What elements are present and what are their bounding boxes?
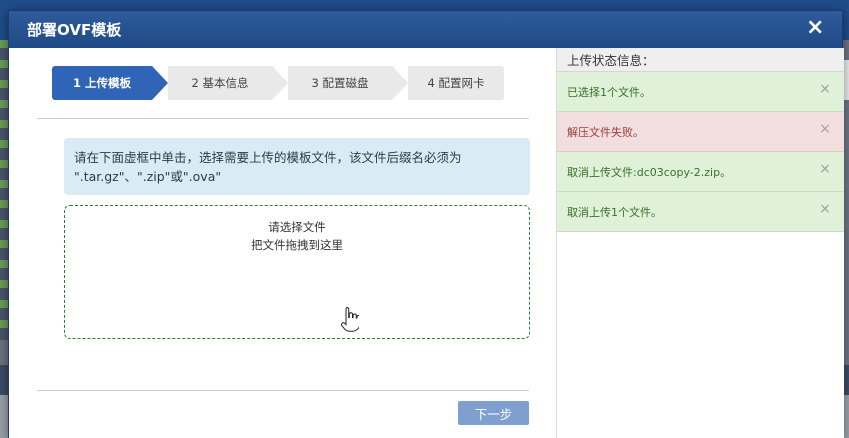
wizard-step-label: 3 配置磁盘	[311, 76, 369, 90]
wizard-steps: 1 上传模板 2 基本信息 3 配置磁盘 4 配置网卡	[52, 66, 504, 100]
bottom-divider	[37, 390, 529, 391]
upload-status-panel: 上传状态信息： 已选择1个文件。 × 解压文件失败。 × 取消上传文件:dc03…	[556, 48, 844, 438]
instructions-line-1: 请在下面虚框中单击，选择需要上传的模板文件，该文件后缀名必须为	[74, 150, 462, 165]
wizard-step-configure-nic[interactable]: 4 配置网卡	[392, 66, 504, 100]
status-message: 已选择1个文件。 ×	[557, 72, 844, 112]
dropzone-select-file-text: 请选择文件	[268, 220, 326, 234]
file-dropzone[interactable]: 请选择文件 把文件拖拽到这里	[64, 205, 530, 339]
status-message: 解压文件失败。 ×	[557, 112, 844, 152]
wizard-step-upload-template[interactable]: 1 上传模板	[52, 66, 168, 100]
status-message-text: 取消上传文件:dc03copy-2.zip。	[567, 165, 732, 179]
wizard-step-basic-info[interactable]: 2 基本信息	[152, 66, 288, 100]
dropzone-drag-here-text: 把文件拖拽到这里	[251, 238, 343, 253]
wizard-content: 1 上传模板 2 基本信息 3 配置磁盘 4 配置网卡 请在下面虚框中单击，选择…	[9, 48, 556, 438]
dialog-title: 部署OVF模板	[27, 21, 122, 39]
status-message-text: 解压文件失败。	[567, 125, 644, 139]
instructions-line-2: ".tar.gz"、".zip"或".ova"	[74, 169, 222, 185]
close-icon[interactable]: ×	[806, 17, 824, 39]
status-message-text: 已选择1个文件。	[567, 85, 651, 99]
background-left-strip	[0, 40, 8, 340]
deploy-ovf-dialog: 部署OVF模板 × 1 上传模板 2 基本信息 3 配置磁盘 4 配置网卡 请在…	[8, 10, 844, 438]
dialog-titlebar: 部署OVF模板 ×	[9, 11, 842, 48]
dismiss-icon[interactable]: ×	[818, 202, 832, 216]
wizard-step-configure-disk[interactable]: 3 配置磁盘	[272, 66, 408, 100]
status-message-text: 取消上传1个文件。	[567, 205, 662, 219]
next-button[interactable]: 下一步	[458, 401, 529, 425]
wizard-step-label: 2 基本信息	[191, 76, 249, 90]
dismiss-icon[interactable]: ×	[818, 162, 832, 176]
upload-status-title: 上传状态信息：	[557, 48, 844, 72]
dismiss-icon[interactable]: ×	[818, 122, 832, 136]
status-message: 取消上传文件:dc03copy-2.zip。 ×	[557, 152, 844, 192]
top-divider	[37, 118, 529, 119]
wizard-step-label: 1 上传模板	[72, 76, 131, 90]
wizard-step-label: 4 配置网卡	[427, 76, 485, 90]
instructions-box: 请在下面虚框中单击，选择需要上传的模板文件，该文件后缀名必须为 ".tar.gz…	[64, 138, 530, 195]
status-message: 取消上传1个文件。 ×	[557, 192, 844, 232]
dismiss-icon[interactable]: ×	[818, 82, 832, 96]
